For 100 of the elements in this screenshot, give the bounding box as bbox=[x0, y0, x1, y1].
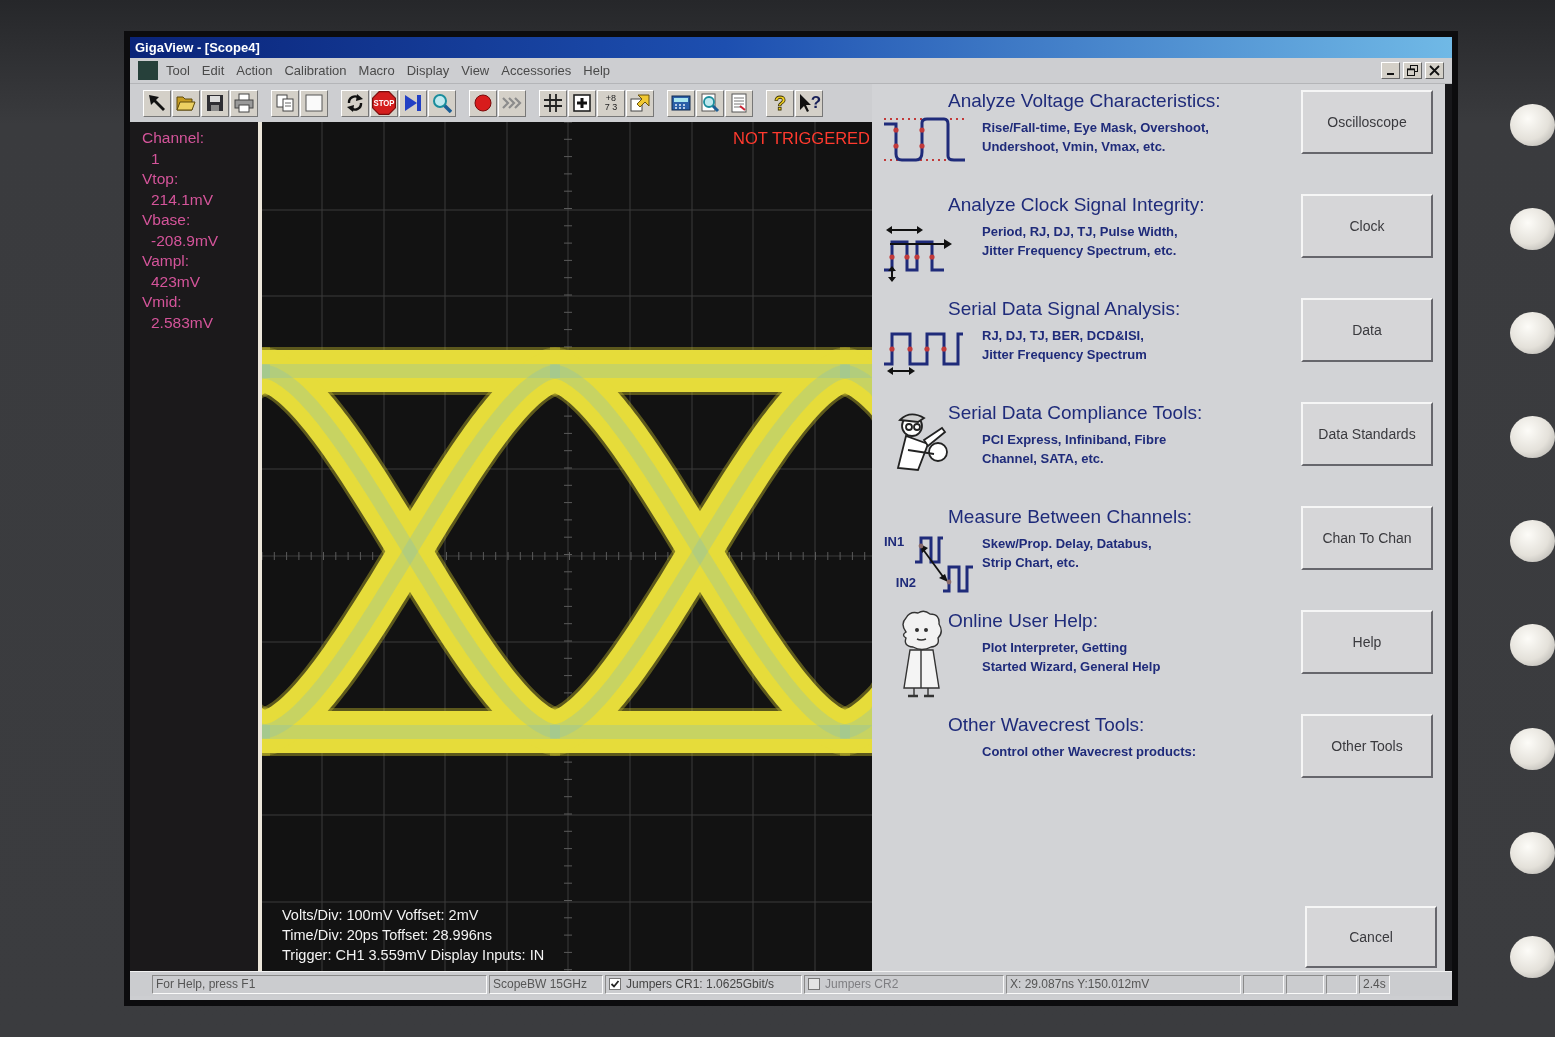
toolbar-button[interactable] bbox=[341, 89, 369, 117]
trigger-status: NOT TRIGGERED bbox=[733, 129, 870, 148]
toolbar-button[interactable] bbox=[568, 89, 596, 117]
diagonal-arrow-icon bbox=[147, 93, 167, 113]
section-description: Rise/Fall-time, Eye Mask, Overshoot, Undershoot, Vmin, Vmax, etc. bbox=[982, 119, 1209, 156]
status-text: ScopeBW 15GHz bbox=[489, 974, 603, 994]
section-title: Online User Help: bbox=[948, 610, 1098, 632]
measurement-value: 214.1mV bbox=[150, 189, 215, 210]
restore-button[interactable] bbox=[1403, 62, 1422, 79]
mode-button[interactable]: Data Standards bbox=[1301, 402, 1433, 466]
copy-icon bbox=[275, 93, 295, 113]
blank-square-icon bbox=[304, 93, 324, 113]
hardware-button[interactable] bbox=[1510, 624, 1555, 666]
toolbar-button[interactable] bbox=[539, 89, 567, 117]
mode-button[interactable]: Chan To Chan bbox=[1301, 506, 1433, 570]
status-text: For Help, press F1 bbox=[152, 974, 487, 994]
channel-label: IN2 bbox=[895, 575, 916, 590]
hardware-button[interactable] bbox=[1510, 520, 1555, 562]
section-title: Serial Data Signal Analysis: bbox=[948, 298, 1181, 320]
notepad-icon bbox=[729, 93, 749, 113]
menu-item[interactable]: Tool bbox=[160, 61, 196, 80]
open-folder-icon bbox=[176, 93, 196, 113]
channel-label: IN1 bbox=[884, 534, 906, 549]
close-icon bbox=[1429, 65, 1440, 76]
record-icon bbox=[473, 93, 493, 113]
section-description: Skew/Prop. Delay, Databus, Strip Chart, etc. bbox=[982, 535, 1152, 572]
toolbar-button[interactable] bbox=[469, 89, 497, 117]
checkbox-label: Jumpers CR2 bbox=[825, 977, 899, 991]
measurement-label: Vbase: bbox=[142, 210, 192, 230]
measurement-value: -208.9mV bbox=[150, 230, 220, 251]
mode-button[interactable]: Help bbox=[1301, 610, 1433, 674]
section-title: Analyze Clock Signal Integrity: bbox=[948, 194, 1205, 216]
section-description: Plot Interpreter, Getting Started Wizard, General Help bbox=[982, 639, 1161, 676]
menu-item[interactable]: Action bbox=[230, 61, 279, 80]
refresh-icon bbox=[345, 93, 365, 113]
section-description: Control other Wavecrest products: bbox=[982, 743, 1197, 761]
menu-item[interactable]: Calibration bbox=[278, 61, 353, 80]
hardware-button[interactable] bbox=[1510, 728, 1555, 770]
hardware-button[interactable] bbox=[1510, 104, 1555, 146]
menu-item[interactable]: View bbox=[455, 61, 496, 80]
print-icon bbox=[234, 93, 254, 113]
section-description: PCI Express, Infiniband, Fibre Channel, SATA, etc. bbox=[982, 431, 1167, 468]
measurement-value: 1 bbox=[150, 148, 161, 169]
page-search-icon bbox=[700, 93, 720, 113]
plus-box-icon bbox=[572, 93, 592, 113]
menu-item[interactable]: Accessories bbox=[495, 61, 578, 80]
toolbar-button[interactable]: STOP bbox=[370, 89, 398, 117]
cursor-box-icon bbox=[630, 93, 650, 113]
toolbar-button[interactable] bbox=[626, 89, 654, 117]
status-pane bbox=[1286, 974, 1324, 994]
skip-forward-icon bbox=[403, 93, 423, 113]
mode-button[interactable]: Data bbox=[1301, 298, 1433, 362]
toolbar-button[interactable] bbox=[201, 89, 229, 117]
section-description: Period, RJ, DJ, TJ, Pulse Width, Jitter Frequency Spectrum, etc. bbox=[982, 223, 1178, 260]
section-title: Measure Between Channels: bbox=[948, 506, 1192, 528]
section-title: Other Wavecrest Tools: bbox=[948, 714, 1145, 736]
toolbar-button[interactable] bbox=[667, 89, 695, 117]
menu-item[interactable]: Macro bbox=[352, 61, 401, 80]
grid-icon bbox=[543, 93, 563, 113]
window-title: GigaView - [Scope4] bbox=[135, 40, 260, 55]
measurement-value: 423mV bbox=[150, 271, 202, 292]
section-title: Serial Data Compliance Tools: bbox=[948, 402, 1203, 424]
cancel-button[interactable]: Cancel bbox=[1305, 906, 1437, 968]
status-text: 2.4s bbox=[1359, 974, 1390, 994]
measurement-label: Channel: bbox=[142, 128, 206, 148]
hardware-button[interactable] bbox=[1510, 312, 1555, 354]
measurement-value: 2.583mV bbox=[150, 312, 215, 333]
magnifier-icon bbox=[432, 93, 452, 113]
toolbar-button[interactable]: +8 7 3 bbox=[597, 89, 625, 117]
mode-button[interactable]: Clock bbox=[1301, 194, 1433, 258]
calculator-icon bbox=[671, 93, 691, 113]
section-description: RJ, DJ, TJ, BER, DCD&ISI, Jitter Frequency Spectrum bbox=[982, 327, 1147, 364]
close-button[interactable] bbox=[1425, 62, 1444, 79]
menu-item[interactable]: Display bbox=[400, 61, 456, 80]
section-title: Analyze Voltage Characteristics: bbox=[948, 90, 1221, 112]
hardware-button[interactable] bbox=[1510, 208, 1555, 250]
menu-item[interactable]: Help bbox=[577, 61, 617, 80]
toolbar-button[interactable] bbox=[143, 89, 171, 117]
measurement-label: Vmid: bbox=[142, 292, 183, 312]
status-text: X: 29.087ns Y:150.012mV bbox=[1006, 974, 1241, 994]
checkbox[interactable] bbox=[609, 978, 621, 990]
mode-button[interactable]: Oscilloscope bbox=[1301, 90, 1433, 154]
measurement-label: Vampl: bbox=[142, 251, 191, 271]
menu-item[interactable]: Edit bbox=[195, 61, 231, 80]
minimize-button[interactable] bbox=[1381, 62, 1400, 79]
status-pane bbox=[1326, 974, 1357, 994]
restore-icon bbox=[1407, 65, 1418, 76]
voltage-waveform-icon bbox=[882, 116, 967, 163]
toolbar-button[interactable]: ? bbox=[795, 89, 823, 117]
mode-button[interactable]: Other Tools bbox=[1301, 714, 1433, 778]
hardware-button[interactable] bbox=[1510, 832, 1555, 874]
minimize-icon bbox=[1387, 73, 1394, 75]
checkbox-label: Jumpers CR1: 1.0625Gbit/s bbox=[626, 977, 775, 991]
hardware-button[interactable] bbox=[1510, 416, 1555, 458]
status-pane bbox=[1243, 974, 1284, 994]
scale-readout: Trigger: CH1 3.559mV Display Inputs: IN bbox=[282, 946, 545, 965]
toolbar-button[interactable] bbox=[428, 89, 456, 117]
save-icon bbox=[205, 93, 225, 113]
hardware-button[interactable] bbox=[1510, 936, 1555, 978]
toolbar-button[interactable] bbox=[399, 89, 427, 117]
